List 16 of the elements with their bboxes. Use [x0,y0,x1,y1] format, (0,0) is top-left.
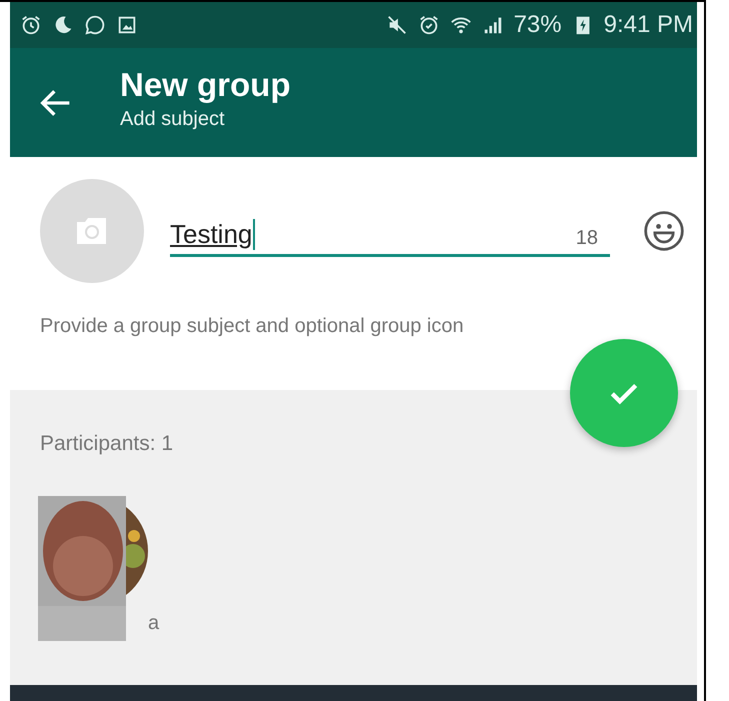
image-icon [116,14,138,36]
camera-icon [75,216,109,246]
clock: 9:41 PM [604,11,693,39]
subject-field[interactable]: Testing 18 [170,205,610,257]
smiley-icon[interactable] [642,209,686,253]
screen-title: New group [120,66,290,104]
character-counter: 18 [576,227,598,250]
participants-label: Participants: 1 [40,432,174,456]
alarm-icon [20,14,42,36]
battery-percent: 73% [514,11,562,39]
subject-hint: Provide a group subject and optional group icon [39,314,465,338]
participant-name: a [148,612,160,635]
screen-subtitle: Add subject [120,108,226,131]
alarm-icon [418,14,440,36]
chat-icon [84,14,106,36]
mute-icon [386,14,408,36]
